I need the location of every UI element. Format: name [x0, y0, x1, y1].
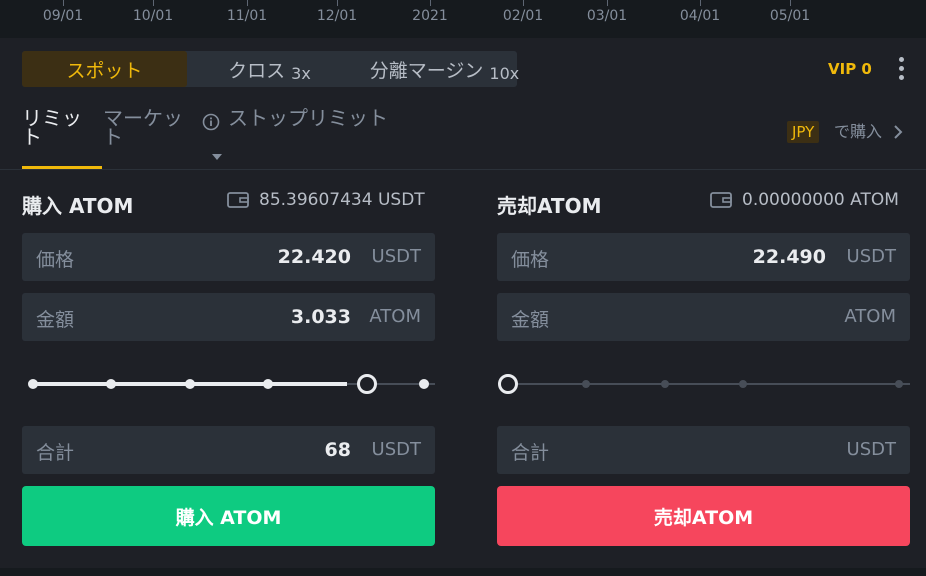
- buy-available-balance: 85.39607434 USDT: [227, 190, 425, 210]
- divider: [0, 169, 926, 170]
- tick-label: 05/01: [769, 8, 811, 24]
- wallet-icon: [227, 192, 249, 208]
- tab-isolated-margin[interactable]: 分離マージン 10x: [352, 51, 537, 87]
- tick-mark: [247, 0, 248, 6]
- buy-percentage-slider[interactable]: [28, 374, 435, 394]
- field-label: 金額: [511, 309, 550, 331]
- tick-mark: [523, 0, 524, 6]
- tick-label: 11/01: [226, 8, 268, 24]
- tick-label: 2021: [412, 8, 448, 24]
- field-label: 合計: [511, 442, 550, 464]
- buy-total-input[interactable]: 合計 68 USDT: [22, 426, 435, 474]
- sell-panel-title: 売却ATOM: [497, 194, 602, 218]
- info-icon[interactable]: [202, 113, 220, 131]
- tab-limit[interactable]: リミット: [22, 108, 92, 147]
- field-unit: ATOM: [844, 306, 896, 327]
- tab-cross[interactable]: クロス 3x: [187, 51, 352, 87]
- field-unit: USDT: [371, 439, 421, 460]
- slider-step-25[interactable]: [106, 379, 117, 389]
- chart-time-axis: 09/01 10/01 11/01 12/01 2021 02/01 03/01…: [0, 0, 926, 38]
- tick-label: 10/01: [132, 8, 174, 24]
- field-label: 合計: [36, 442, 75, 464]
- slider-thumb[interactable]: [356, 374, 377, 394]
- tab-market[interactable]: マーケット: [103, 108, 193, 147]
- slider-step-75[interactable]: [263, 379, 274, 389]
- slider-step-75[interactable]: [739, 380, 748, 388]
- tick-label: 03/01: [586, 8, 628, 24]
- tick-mark: [153, 0, 154, 6]
- field-label: 金額: [36, 309, 75, 331]
- sell-amount-input[interactable]: 金額 ATOM: [497, 293, 910, 341]
- leverage-label: 3x: [291, 63, 311, 83]
- field-label: 価格: [511, 249, 550, 271]
- slider-step-100[interactable]: [895, 380, 903, 388]
- buy-with-fiat-link[interactable]: で購入: [834, 121, 882, 143]
- tick-mark: [63, 0, 64, 6]
- tab-label: スポット: [66, 59, 143, 82]
- sell-button[interactable]: 売却ATOM: [497, 486, 910, 546]
- field-value[interactable]: 68: [325, 439, 351, 461]
- slider-track[interactable]: [508, 383, 910, 385]
- field-unit: USDT: [846, 439, 896, 460]
- tab-label: クロス: [228, 59, 286, 82]
- field-unit: ATOM: [369, 306, 421, 327]
- sell-price-input[interactable]: 価格 22.490 USDT: [497, 233, 910, 281]
- tick-mark: [337, 0, 338, 6]
- buy-price-input[interactable]: 価格 22.420 USDT: [22, 233, 435, 281]
- slider-step-100[interactable]: [419, 379, 429, 389]
- more-options-icon[interactable]: [897, 57, 905, 83]
- tick-label: 09/01: [42, 8, 84, 24]
- field-unit: USDT: [371, 246, 421, 267]
- tick-mark: [430, 0, 431, 6]
- vip-level[interactable]: VIP 0: [828, 60, 872, 78]
- margin-mode-tabs: スポット クロス 3x 分離マージン 10x: [22, 51, 519, 87]
- slider-thumb[interactable]: [498, 374, 518, 394]
- tick-mark: [700, 0, 701, 6]
- balance-value: 0.00000000 ATOM: [742, 190, 899, 210]
- buy-panel-title: 購入 ATOM: [22, 194, 134, 218]
- slider-step-50[interactable]: [660, 380, 669, 388]
- buy-amount-input[interactable]: 金額 3.033 ATOM: [22, 293, 435, 341]
- bottom-edge: [0, 568, 926, 576]
- tick-mark: [790, 0, 791, 6]
- balance-value: 85.39607434 USDT: [259, 190, 425, 210]
- slider-step-25[interactable]: [582, 380, 591, 388]
- slider-step-50[interactable]: [184, 379, 195, 389]
- tick-label: 04/01: [679, 8, 721, 24]
- sell-available-balance: 0.00000000 ATOM: [710, 190, 899, 210]
- tick-label: 12/01: [316, 8, 358, 24]
- sell-percentage-slider[interactable]: [498, 374, 910, 394]
- field-label: 価格: [36, 249, 75, 271]
- buy-button[interactable]: 購入 ATOM: [22, 486, 435, 546]
- chevron-right-icon[interactable]: [893, 125, 903, 139]
- field-unit: USDT: [846, 246, 896, 267]
- tab-label: 分離マージン: [369, 59, 484, 82]
- field-value[interactable]: 22.420: [278, 246, 351, 268]
- wallet-icon: [710, 192, 732, 208]
- chevron-down-icon[interactable]: [212, 154, 222, 160]
- leverage-label: 10x: [489, 63, 520, 83]
- fiat-currency-badge[interactable]: JPY: [787, 121, 820, 143]
- field-value[interactable]: 3.033: [291, 306, 351, 328]
- slider-step-0[interactable]: [28, 379, 38, 389]
- tick-label: 02/01: [502, 8, 544, 24]
- tab-spot[interactable]: スポット: [22, 51, 187, 87]
- field-value[interactable]: 22.490: [753, 246, 826, 268]
- tick-mark: [607, 0, 608, 6]
- tab-stop-limit[interactable]: ストップリミット: [228, 108, 388, 128]
- sell-total-input[interactable]: 合計 USDT: [497, 426, 910, 474]
